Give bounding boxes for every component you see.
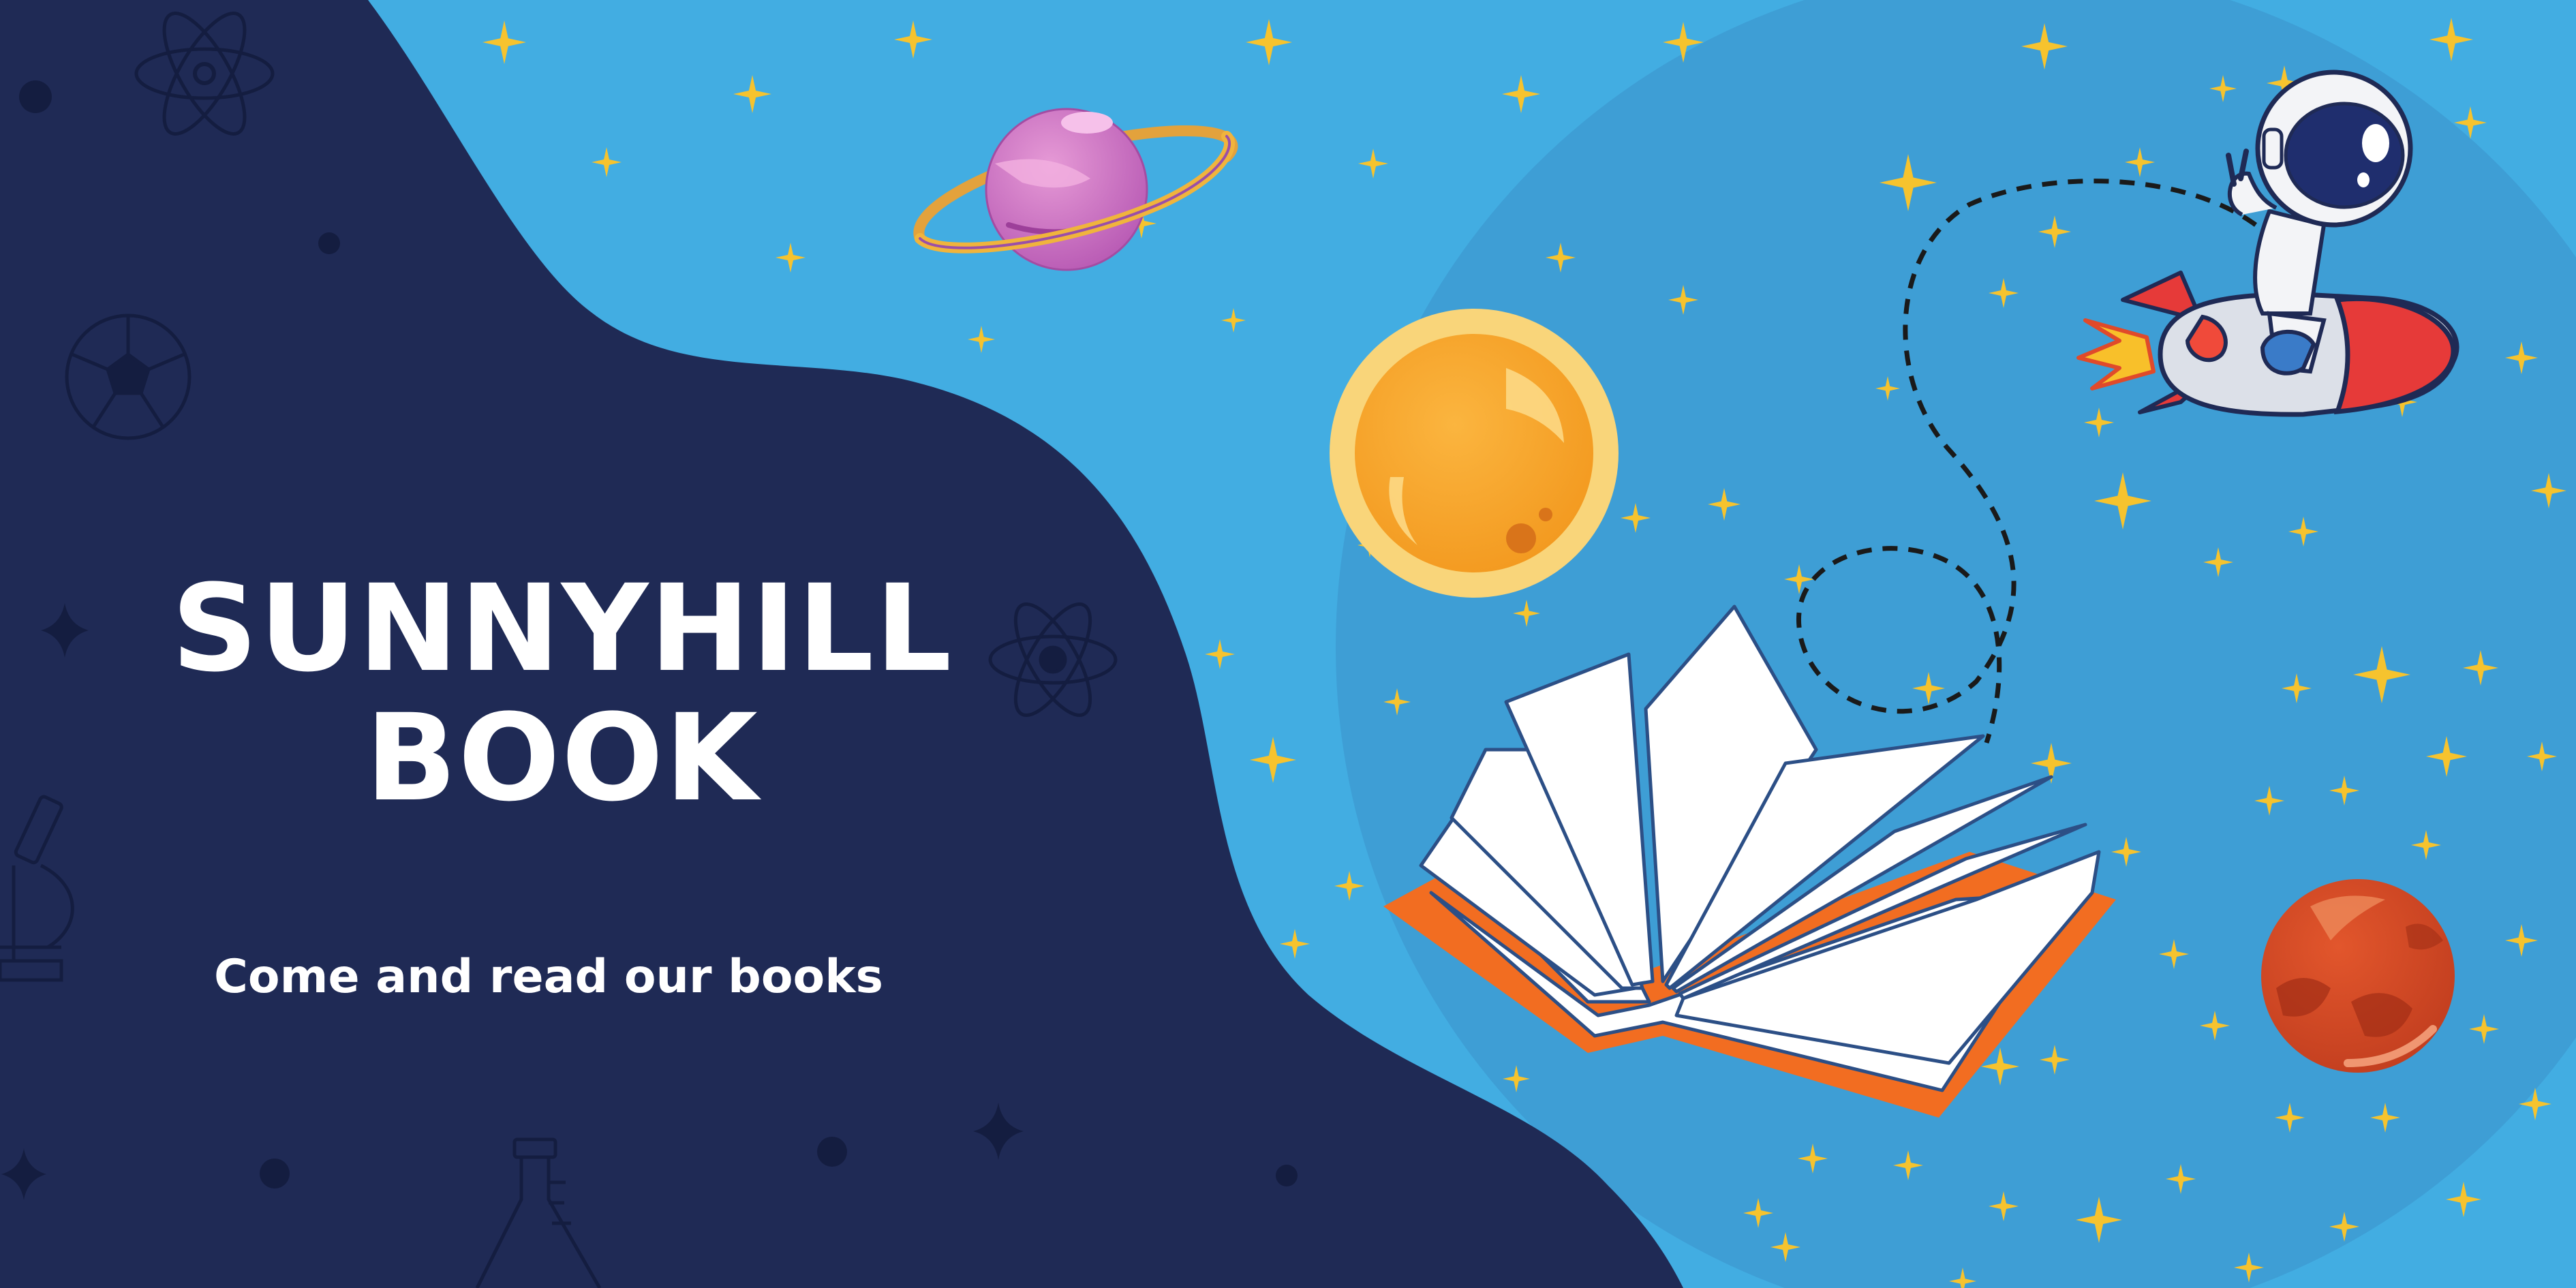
dot-decoration	[817, 1137, 847, 1167]
title-line-1: SUNNYHILL	[171, 559, 953, 699]
sun-icon	[1330, 309, 1619, 598]
title-line-2: BOOK	[365, 688, 759, 828]
dot-decoration	[1276, 1165, 1298, 1186]
dot-decoration	[318, 232, 340, 254]
banner: SUNNYHILL BOOK Come and read our books	[0, 0, 2576, 1288]
dot-decoration	[19, 80, 52, 113]
mars-planet-icon	[2261, 879, 2455, 1073]
dot-decoration	[260, 1159, 290, 1189]
tagline: Come and read our books	[214, 950, 883, 1004]
